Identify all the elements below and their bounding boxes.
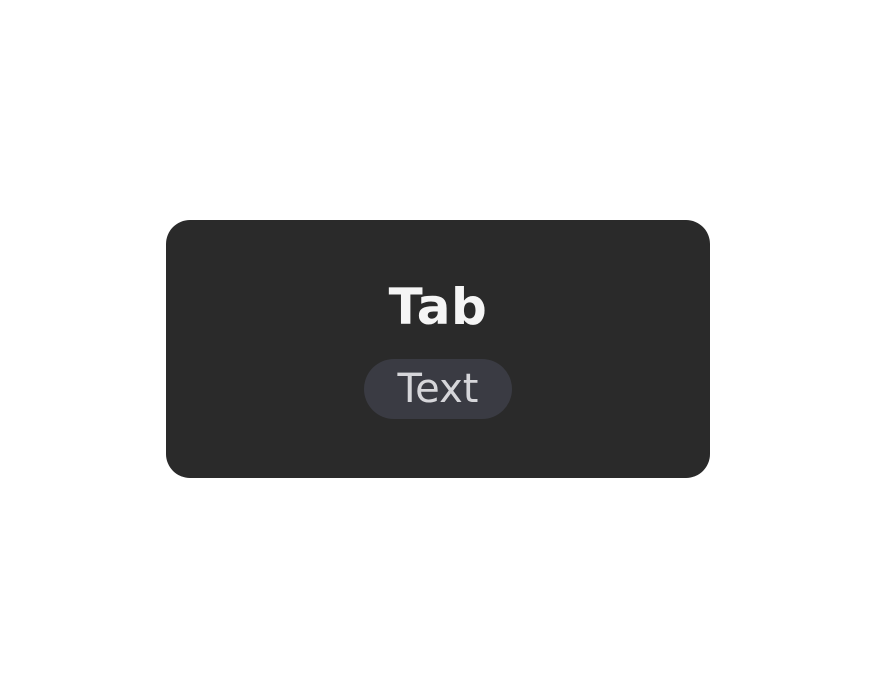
tab-card[interactable]: Tab Text (166, 220, 710, 478)
page-canvas: Tab Text (0, 0, 876, 698)
tab-title: Tab (388, 278, 488, 336)
tab-text-chip[interactable]: Text (364, 359, 512, 419)
